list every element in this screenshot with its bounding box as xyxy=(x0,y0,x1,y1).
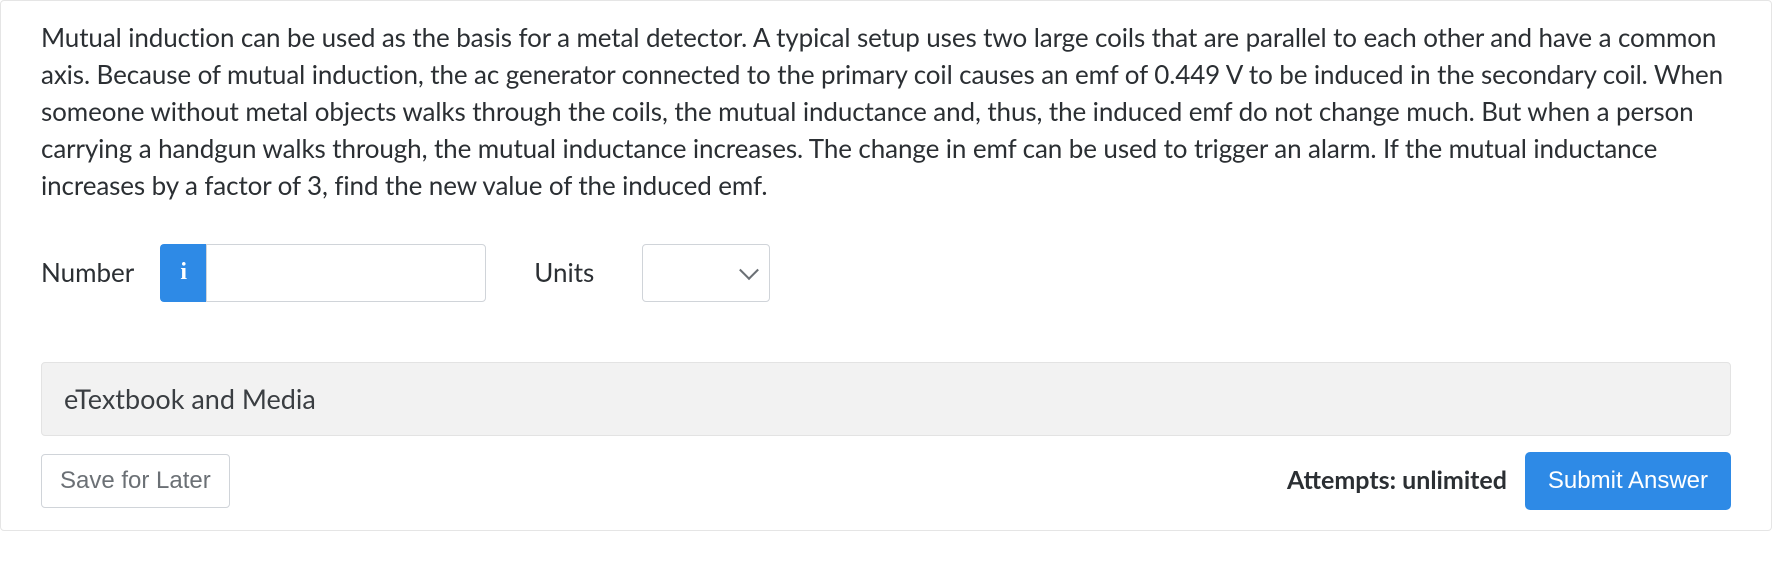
number-label: Number xyxy=(41,253,134,292)
units-select-wrap xyxy=(642,244,770,302)
question-text: Mutual induction can be used as the basi… xyxy=(41,19,1731,204)
answer-row: Number i Units xyxy=(41,244,1731,302)
number-input[interactable] xyxy=(206,244,486,302)
info-icon[interactable]: i xyxy=(160,244,206,302)
submit-answer-button[interactable]: Submit Answer xyxy=(1525,452,1731,510)
attempts-label: Attempts: unlimited xyxy=(1287,462,1507,500)
question-container: Mutual induction can be used as the basi… xyxy=(0,0,1772,531)
footer-right: Attempts: unlimited Submit Answer xyxy=(1287,452,1731,510)
footer-row: Save for Later Attempts: unlimited Submi… xyxy=(41,452,1731,510)
etextbook-panel[interactable]: eTextbook and Media xyxy=(41,362,1731,437)
save-for-later-button[interactable]: Save for Later xyxy=(41,454,230,508)
units-select[interactable] xyxy=(642,244,770,302)
units-label: Units xyxy=(534,253,594,292)
